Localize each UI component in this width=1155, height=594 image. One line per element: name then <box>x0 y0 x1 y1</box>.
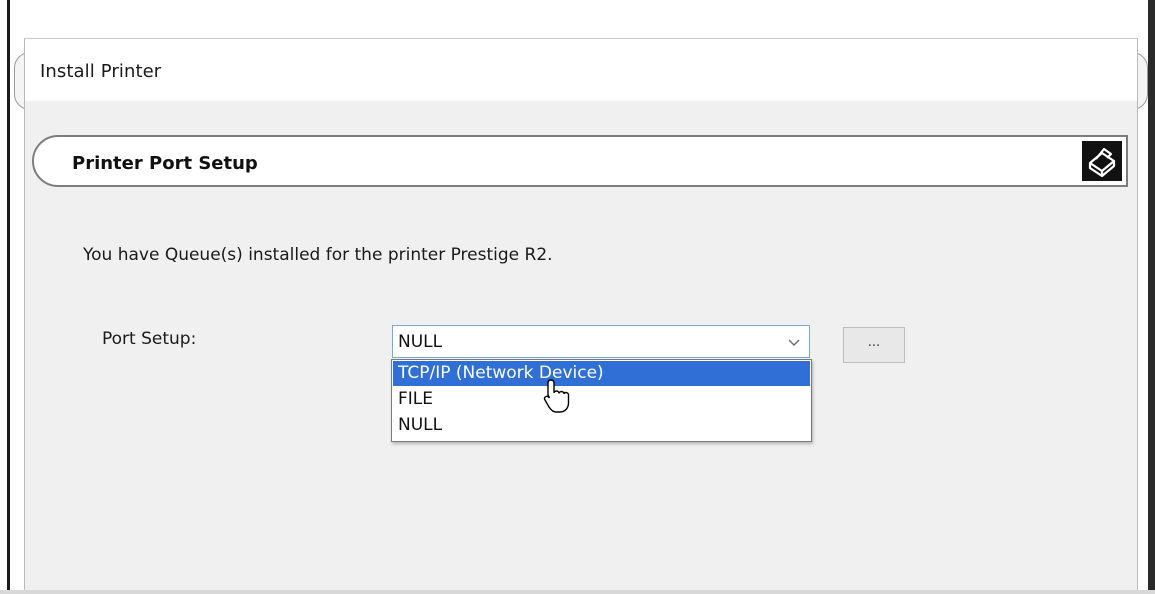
chevron-down-icon[interactable] <box>787 335 801 349</box>
port-setup-label: Port Setup: <box>102 329 197 349</box>
option-null[interactable]: NULL <box>393 413 810 438</box>
dialog-titlebar[interactable]: Install Printer <box>25 39 1137 101</box>
port-setup-selected-value: NULL <box>398 332 443 352</box>
printer-icon <box>1082 141 1122 181</box>
install-printer-dialog: Install Printer Printer Port Setup You h… <box>24 38 1138 594</box>
browse-port-button[interactable]: ... <box>843 327 905 363</box>
dialog-title: Install Printer <box>40 61 162 82</box>
port-setup-dropdown-list: TCP/IP (Network Device) FILE NULL <box>391 359 812 442</box>
background-window-frame-right <box>1148 0 1155 594</box>
section-title: Printer Port Setup <box>72 153 258 174</box>
option-tcp-ip[interactable]: TCP/IP (Network Device) <box>393 361 810 386</box>
port-setup-select[interactable]: NULL <box>392 325 810 358</box>
bottom-edge <box>0 590 1155 594</box>
background-window-frame <box>7 0 10 594</box>
option-file[interactable]: FILE <box>393 387 810 412</box>
section-header: Printer Port Setup <box>32 135 1128 187</box>
screen: Install Printer Printer Port Setup You h… <box>0 0 1155 594</box>
queue-info-message: You have Queue(s) installed for the prin… <box>83 245 553 265</box>
